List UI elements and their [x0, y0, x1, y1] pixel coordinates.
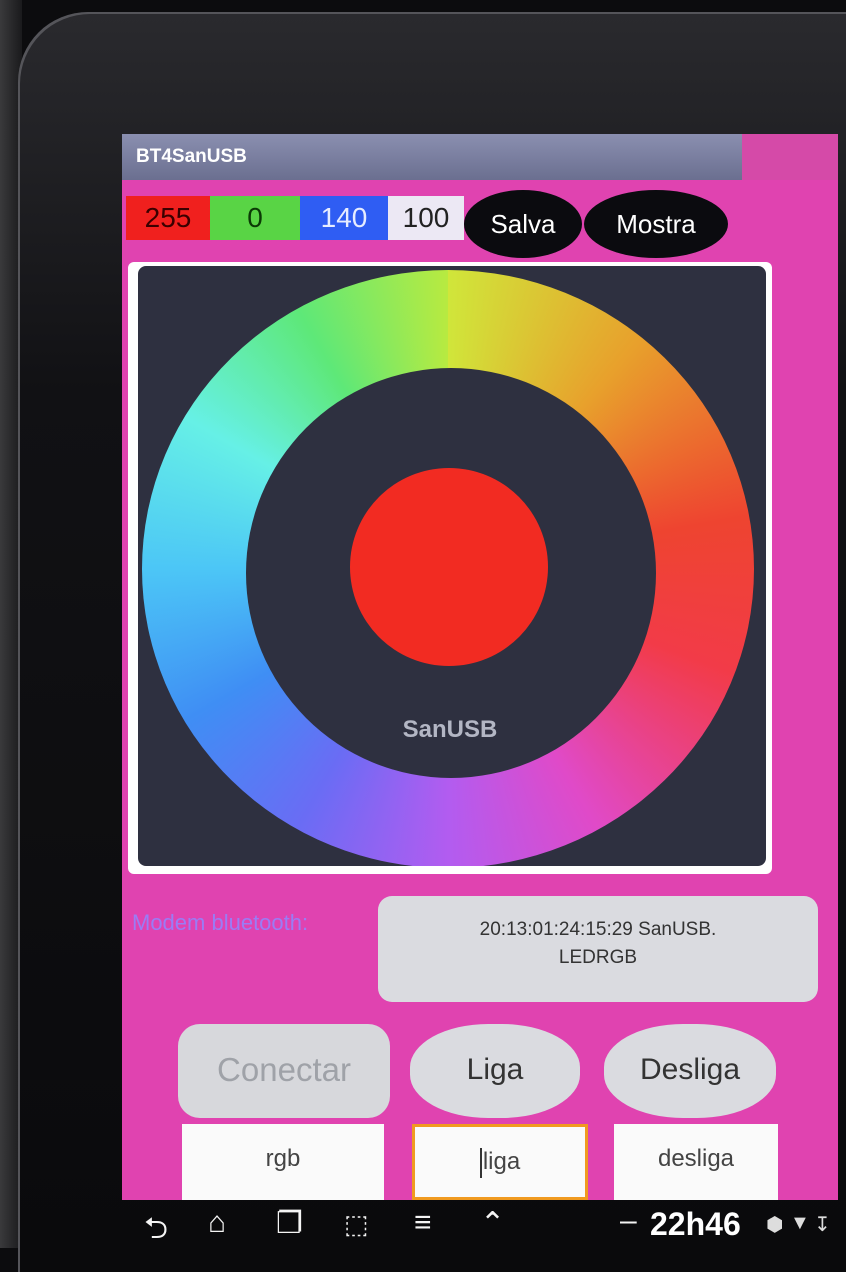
conectar-button[interactable]: Conectar — [178, 1024, 390, 1118]
modem-select[interactable]: 20:13:01:24:15:29 SanUSB. LEDRGB — [378, 896, 818, 1002]
color-picker-panel: SanUSB — [138, 266, 766, 866]
red-value[interactable]: 255 — [126, 196, 210, 240]
usb-icon: ↧ — [814, 1214, 831, 1236]
color-picker-frame: SanUSB — [128, 262, 772, 874]
up-arrow-icon[interactable]: ⌃ — [480, 1206, 505, 1241]
status-separator: – — [620, 1204, 637, 1237]
back-icon[interactable]: ⮌ — [144, 1206, 168, 1257]
titlebar-edge — [742, 134, 838, 180]
modem-label: Modem bluetooth: — [132, 910, 309, 935]
wifi-icon: ▼ — [790, 1212, 810, 1234]
salva-button[interactable]: Salva — [464, 190, 582, 258]
recent-apps-icon[interactable]: ❐ — [276, 1206, 303, 1241]
modem-device-name: LEDRGB — [558, 947, 638, 968]
clock: 22h46 — [650, 1206, 741, 1242]
wheel-label: SanUSB — [402, 716, 498, 743]
app-title: BT4SanUSB — [122, 134, 742, 180]
modem-address: 20:13:01:24:15:29 SanUSB. — [479, 919, 717, 940]
desliga-input-value: desliga — [657, 1145, 735, 1172]
white-value[interactable]: 100 — [388, 196, 464, 240]
system-navbar: ⮌ ⌂ ❐ ⬚ ≡ ⌃ – 22h46 ⬢ ▼ ↧ — [130, 1200, 846, 1248]
text-caret — [479, 1147, 482, 1178]
liga-input[interactable]: liga — [412, 1124, 588, 1200]
selected-color-preview[interactable] — [350, 468, 548, 666]
color-wheel[interactable]: SanUSB — [142, 270, 754, 866]
home-icon[interactable]: ⌂ — [208, 1206, 226, 1240]
menu-icon[interactable]: ≡ — [414, 1206, 432, 1240]
mostra-button[interactable]: Mostra — [584, 190, 728, 258]
green-value[interactable]: 0 — [210, 196, 300, 240]
bluetooth-icon: ⬢ — [766, 1214, 784, 1236]
screenshot-icon[interactable]: ⬚ — [344, 1209, 369, 1240]
liga-input-value: liga — [482, 1148, 521, 1175]
blue-value[interactable]: 140 — [300, 196, 388, 240]
rgb-input[interactable]: rgb — [182, 1124, 384, 1200]
app-screen: BT4SanUSB 255 0 140 100 Salva Mostra San… — [122, 134, 838, 1200]
desliga-input[interactable]: desliga — [614, 1124, 778, 1200]
rgb-input-value: rgb — [265, 1145, 301, 1172]
desliga-button[interactable]: Desliga — [604, 1024, 776, 1118]
liga-button[interactable]: Liga — [410, 1024, 580, 1118]
